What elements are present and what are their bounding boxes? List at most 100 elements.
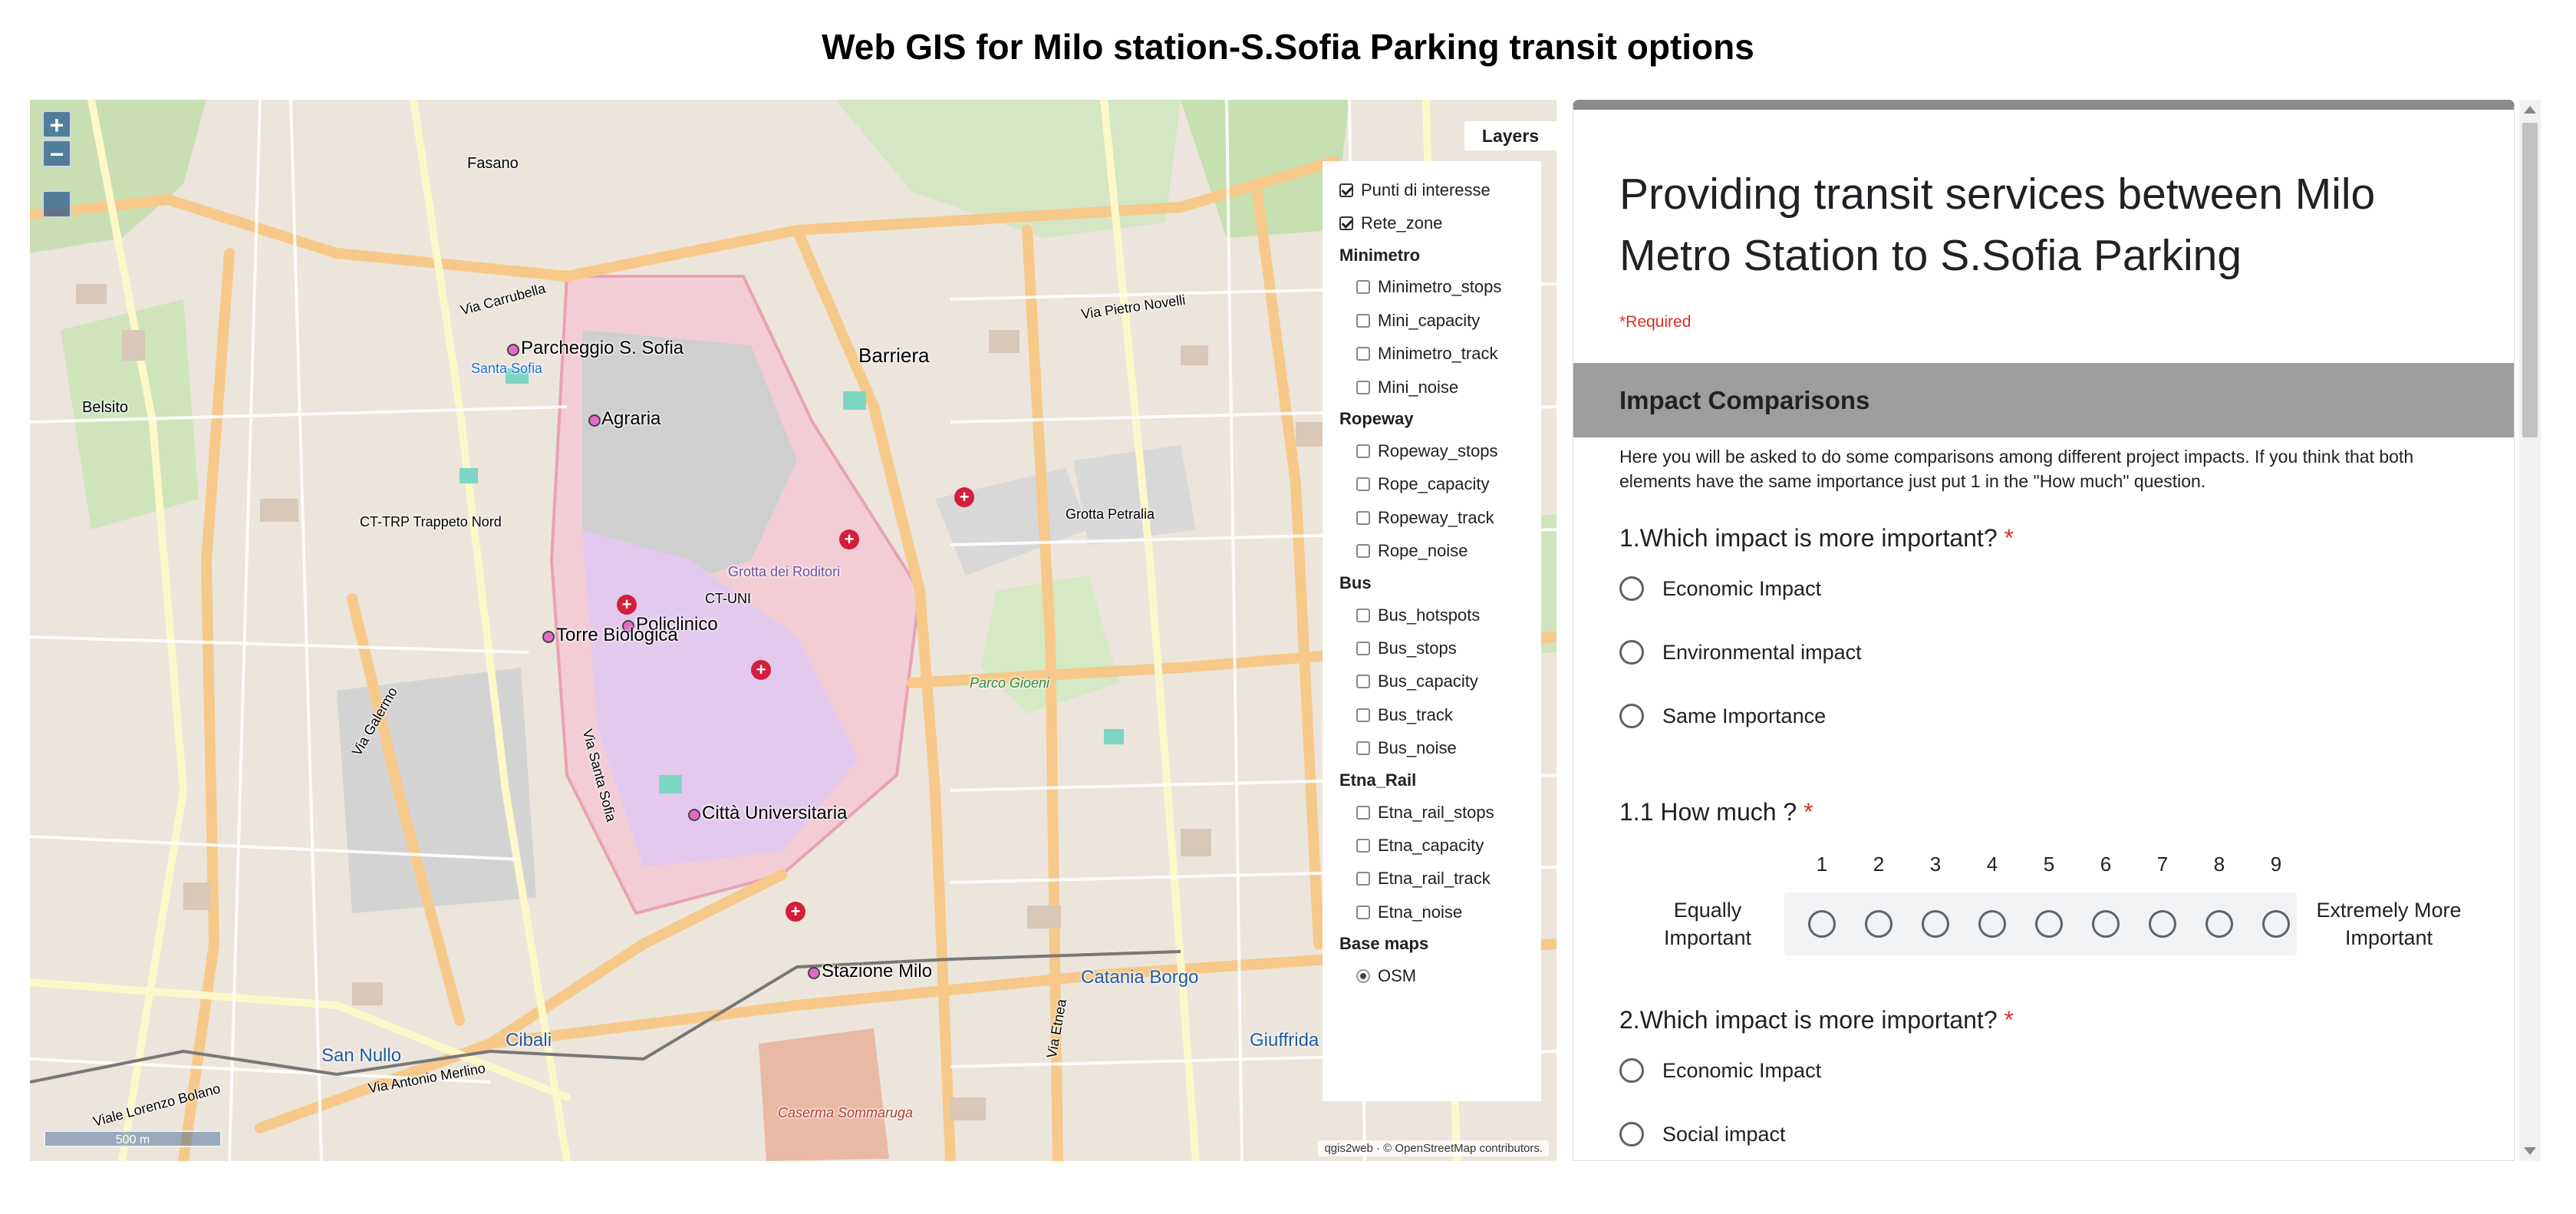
q2-option-economic[interactable]: Economic Impact [1619, 1058, 1821, 1083]
q1-option-same[interactable]: Same Importance [1619, 704, 1826, 728]
basemap-row-osm[interactable]: OSM [1339, 959, 1541, 992]
poi-marker[interactable] [542, 631, 555, 643]
poi-marker[interactable] [808, 967, 820, 979]
layer-checkbox[interactable] [1356, 741, 1370, 756]
layer-checkbox[interactable] [1356, 805, 1370, 820]
poi-marker[interactable] [588, 414, 601, 427]
scale-radio-4[interactable] [1978, 910, 2006, 938]
layer-checkbox[interactable] [1356, 608, 1370, 622]
layers-panel: Punti di interesse Rete_zone Minimetro M… [1323, 161, 1541, 1101]
layer-row[interactable]: Bus_track [1339, 698, 1541, 731]
layer-checkbox[interactable] [1356, 544, 1370, 559]
layer-group-title[interactable]: Bus [1339, 568, 1541, 599]
layers-tab[interactable]: Layers [1464, 121, 1556, 150]
layer-checkbox[interactable] [1356, 905, 1370, 919]
scale-radio-1[interactable] [1808, 910, 1836, 938]
scale-radio-5[interactable] [2035, 910, 2063, 938]
scale-radio-2[interactable] [1865, 910, 1892, 938]
layer-checkbox[interactable] [1356, 380, 1370, 394]
option-label: Economic Impact [1662, 1058, 1822, 1082]
poi-label: Agraria [601, 408, 661, 429]
layer-checkbox[interactable] [1356, 477, 1370, 492]
radio-button[interactable] [1619, 704, 1644, 728]
poi-marker[interactable] [688, 809, 700, 821]
layer-checkbox[interactable] [1356, 838, 1370, 853]
layer-row-punti[interactable]: Punti di interesse [1339, 173, 1541, 206]
layer-label: Etna_noise [1378, 902, 1463, 922]
q2-option-social[interactable]: Social impact [1619, 1122, 1786, 1146]
layer-row-rete[interactable]: Rete_zone [1339, 206, 1541, 239]
layer-checkbox[interactable] [1356, 347, 1370, 361]
section-description: Here you will be asked to do some compar… [1619, 447, 2414, 491]
radio-button[interactable] [1619, 1122, 1644, 1146]
layer-checkbox[interactable] [1356, 510, 1370, 525]
basemap-radio[interactable] [1356, 969, 1370, 984]
layer-row[interactable]: Mini_capacity [1339, 304, 1541, 337]
layer-checkbox[interactable] [1339, 216, 1353, 231]
layer-group-title[interactable]: Minimetro [1339, 240, 1541, 271]
layer-label: Minimetro_track [1378, 344, 1498, 364]
scale-number: 6 [2100, 853, 2112, 876]
radio-button[interactable] [1619, 576, 1644, 601]
layer-row[interactable]: Minimetro_stops [1339, 271, 1541, 304]
layer-label: Mini_capacity [1378, 310, 1481, 330]
scale-radio-7[interactable] [2149, 910, 2176, 938]
scale-low-label: Equally Important [1663, 899, 1752, 949]
question-1-1-title: 1.1 How much ? * [1619, 798, 1813, 826]
layer-checkbox[interactable] [1356, 675, 1370, 689]
hospital-icon: + [839, 529, 859, 549]
layer-row[interactable]: Mini_noise [1339, 371, 1541, 404]
poi-marker[interactable] [507, 344, 519, 356]
basemap-label: OSM [1378, 966, 1417, 986]
layer-group-title[interactable]: Base maps [1339, 929, 1541, 959]
layer-checkbox[interactable] [1356, 444, 1370, 459]
scale-radio-8[interactable] [2205, 910, 2233, 938]
zoom-in-button[interactable]: + [42, 111, 71, 138]
scroll-thumb[interactable] [2522, 123, 2538, 437]
layer-checkbox[interactable] [1356, 708, 1370, 722]
scale-radio-9[interactable] [2262, 910, 2290, 938]
layer-label: Ropeway_track [1378, 507, 1494, 527]
scale-radio-6[interactable] [2092, 910, 2120, 938]
layer-checkbox[interactable] [1356, 872, 1370, 886]
scale-radio-3[interactable] [1922, 910, 1949, 938]
layer-group-title[interactable]: Etna_Rail [1339, 765, 1541, 796]
place-label: CT-UNI [705, 591, 751, 606]
question-2-title: 2.Which impact is more important? * [1619, 1006, 2014, 1034]
layer-checkbox[interactable] [1356, 313, 1370, 328]
layer-row[interactable]: Etna_rail_track [1339, 863, 1541, 896]
radio-button[interactable] [1619, 1058, 1644, 1083]
radio-button[interactable] [1619, 640, 1644, 665]
map-attribution[interactable]: qgis2web · © OpenStreetMap contributors. [1318, 1140, 1549, 1156]
layer-row[interactable]: Bus_noise [1339, 731, 1541, 764]
layer-checkbox[interactable] [1339, 183, 1353, 197]
layer-checkbox[interactable] [1356, 641, 1370, 655]
zoom-out-button[interactable]: − [42, 140, 71, 167]
place-label: Grotta Petralia [1066, 506, 1155, 522]
scroll-up-icon[interactable] [2524, 106, 2536, 114]
poi-label: Città Universitaria [702, 803, 848, 823]
place-label: CT-TRP Trappeto Nord [360, 514, 502, 529]
layer-row[interactable]: Bus_stops [1339, 632, 1541, 665]
layer-label: Bus_hotspots [1378, 605, 1481, 625]
layer-row[interactable]: Ropeway_track [1339, 501, 1541, 534]
scroll-down-icon[interactable] [2524, 1147, 2536, 1155]
measure-icon[interactable] [42, 190, 71, 218]
layer-row[interactable]: Etna_capacity [1339, 829, 1541, 862]
layer-row[interactable]: Bus_hotspots [1339, 599, 1541, 632]
layer-row[interactable]: Bus_capacity [1339, 665, 1541, 698]
layer-row[interactable]: Etna_rail_stops [1339, 796, 1541, 829]
q1-option-economic[interactable]: Economic Impact [1619, 576, 1821, 601]
layer-row[interactable]: Ropeway_stops [1339, 434, 1541, 467]
layer-row[interactable]: Rope_noise [1339, 535, 1541, 568]
layer-row[interactable]: Rope_capacity [1339, 468, 1541, 501]
q1-option-environmental[interactable]: Environmental impact [1619, 640, 1862, 665]
layer-group-title[interactable]: Ropeway [1339, 404, 1541, 434]
layer-checkbox[interactable] [1356, 280, 1370, 295]
layer-row[interactable]: Minimetro_track [1339, 338, 1541, 371]
place-label: San Nullo [321, 1045, 402, 1066]
form-scrollbar[interactable] [2519, 100, 2541, 1161]
layer-row[interactable]: Etna_noise [1339, 896, 1541, 929]
map-view[interactable]: + − Parcheggio S. Sofia Agraria Policlin… [30, 100, 1556, 1161]
place-label: Grotta dei Roditori [728, 564, 841, 579]
